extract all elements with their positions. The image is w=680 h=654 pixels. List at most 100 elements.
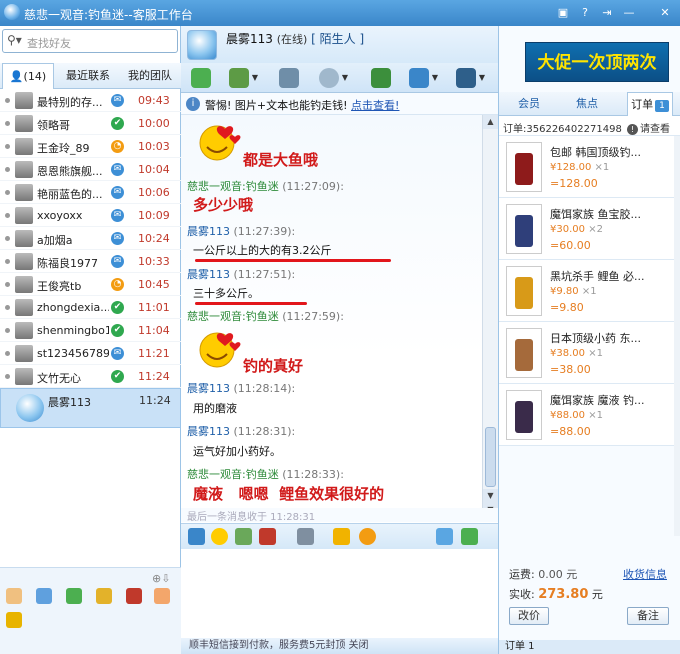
emoji-icon[interactable] bbox=[211, 528, 228, 545]
share-icon[interactable]: ▼ bbox=[409, 68, 438, 88]
help-button[interactable]: ? bbox=[576, 4, 594, 21]
transfer-icon[interactable]: ▼ bbox=[229, 68, 258, 88]
plugin-icon[interactable] bbox=[6, 612, 22, 628]
contact-row[interactable]: 艳丽蓝色的... ✉ 10:06 bbox=[0, 181, 181, 204]
order-count-badge: 1 bbox=[655, 100, 669, 112]
shipping-label: 运费: bbox=[509, 568, 535, 581]
contact-time: 11:04 bbox=[138, 324, 170, 337]
status-icon: ✉ bbox=[111, 232, 124, 245]
buyer-avatar[interactable] bbox=[187, 30, 217, 60]
message-input[interactable] bbox=[181, 549, 498, 641]
contact-name: zhongdexia... bbox=[37, 301, 109, 314]
online-dot bbox=[5, 190, 10, 195]
avatar bbox=[15, 368, 33, 385]
contact-row[interactable]: st1234567891✉ 11:21 bbox=[0, 342, 181, 365]
contact-row[interactable]: 文竹无心 ✔ 11:24 bbox=[0, 365, 181, 388]
product-name[interactable]: 包邮 韩国顶级钓... bbox=[550, 144, 675, 160]
contact-row[interactable]: a加烟a ✉ 10:24 bbox=[0, 227, 181, 250]
contact-time: 09:43 bbox=[138, 94, 170, 107]
contact-row[interactable]: zhongdexia... ✔ 11:01 bbox=[0, 296, 181, 319]
product-scrollbar[interactable] bbox=[674, 136, 680, 536]
search-input[interactable]: 查找好友 bbox=[27, 35, 71, 51]
skin-button[interactable]: ▣ bbox=[554, 4, 572, 21]
send-card-icon[interactable] bbox=[191, 68, 211, 88]
tab-team[interactable]: 我的团队 bbox=[120, 63, 180, 89]
paid-value: 273.80 bbox=[538, 587, 589, 602]
tab-order[interactable]: 订单 1 bbox=[627, 92, 673, 116]
shipping-info-link[interactable]: 收货信息 bbox=[623, 566, 667, 582]
notice-link[interactable]: 点击查看! bbox=[351, 99, 399, 112]
product-image[interactable] bbox=[506, 328, 542, 378]
history-icon[interactable] bbox=[436, 528, 453, 545]
more-tools-icon[interactable]: ▼ bbox=[456, 68, 485, 88]
image-icon[interactable] bbox=[235, 528, 252, 545]
contact-row[interactable]: 王俊亮tb ◔ 10:45 bbox=[0, 273, 181, 296]
product-name[interactable]: 日本顶级小药 东... bbox=[550, 330, 675, 346]
add-friend-icon[interactable] bbox=[371, 68, 391, 88]
close-button[interactable]: ✕ bbox=[656, 4, 674, 21]
note-button[interactable]: 备注 bbox=[627, 607, 669, 625]
contact-row[interactable]: xxoyoxx ✉ 10:09 bbox=[0, 204, 181, 227]
status-icon: ✉ bbox=[111, 255, 124, 268]
plugin-icon[interactable] bbox=[36, 588, 52, 604]
modify-price-button[interactable]: 改价 bbox=[509, 607, 549, 625]
contact-row[interactable]: 最特别的存... ✉ 09:43 bbox=[0, 89, 181, 112]
product-name[interactable]: 黑坑杀手 鲤鱼 必... bbox=[550, 268, 675, 284]
product-price: ¥38.00 bbox=[550, 348, 585, 359]
video-icon[interactable]: ▼ bbox=[319, 68, 348, 88]
tab-recent[interactable]: 最近联系 bbox=[58, 63, 118, 89]
minimize-button[interactable]: — bbox=[620, 4, 638, 21]
contact-row[interactable]: 恩恩熊旗舰... ✉ 10:04 bbox=[0, 158, 181, 181]
tab-contacts[interactable]: 👤(14) bbox=[2, 63, 54, 89]
contact-row[interactable]: shenmingbo11✔ 11:04 bbox=[0, 319, 181, 342]
contact-time: 10:33 bbox=[138, 255, 170, 268]
bell-icon[interactable] bbox=[333, 528, 350, 545]
plugin-icon[interactable] bbox=[66, 588, 82, 604]
message-text: 多少少哦 bbox=[193, 196, 254, 214]
font-icon[interactable] bbox=[188, 528, 205, 545]
product-image[interactable] bbox=[506, 204, 542, 254]
contact-row[interactable]: 领略哥 ✔ 10:00 bbox=[0, 112, 181, 135]
product-name[interactable]: 魔饵家族 魔液 钓... bbox=[550, 392, 675, 408]
tab-member[interactable]: 会员 bbox=[507, 92, 551, 116]
product-image[interactable] bbox=[506, 266, 542, 316]
screenshot-icon[interactable] bbox=[259, 528, 276, 545]
product-item[interactable]: 日本顶级小药 东... ¥38.00 ×1 =38.00 bbox=[499, 322, 680, 384]
product-total-line: =88.00 bbox=[550, 425, 591, 438]
send-file-icon[interactable] bbox=[461, 528, 478, 545]
quick-phrase-icon[interactable] bbox=[297, 528, 314, 545]
dock-button[interactable]: ⇥ bbox=[598, 4, 616, 21]
order-refresh[interactable]: ! 请查看 bbox=[627, 120, 670, 135]
add-icon[interactable]: ⊕⇩ bbox=[152, 572, 170, 585]
product-item[interactable]: 黑坑杀手 鲤鱼 必... ¥9.80 ×1 =9.80 bbox=[499, 260, 680, 322]
plugin-icon[interactable] bbox=[96, 588, 112, 604]
search-box[interactable]: ⚲▾ 查找好友 bbox=[2, 29, 178, 53]
right-tabs: 会员 焦点 订单 1 bbox=[499, 92, 680, 116]
product-name[interactable]: 魔饵家族 鱼宝胶... bbox=[550, 206, 675, 222]
product-item[interactable]: 魔饵家族 魔液 钓... ¥88.00 ×1 =88.00 bbox=[499, 384, 680, 446]
product-item[interactable]: 魔饵家族 鱼宝胶... ¥30.00 ×2 =60.00 bbox=[499, 198, 680, 260]
message-text: 一公斤以上的大的有3.2公斤 bbox=[193, 244, 332, 257]
scroll-up-arrow[interactable]: ▲ bbox=[483, 115, 498, 129]
contact-name: 艳丽蓝色的... bbox=[37, 188, 103, 201]
scroll-thumb[interactable] bbox=[485, 427, 496, 487]
message-scrollbar[interactable]: ▲ ▼ ▼ bbox=[482, 115, 498, 517]
product-image[interactable] bbox=[506, 142, 542, 192]
tab-focus[interactable]: 焦点 bbox=[565, 92, 609, 116]
promo-banner[interactable]: 大促一次顶两次 bbox=[525, 42, 669, 82]
plugin-icon[interactable] bbox=[126, 588, 142, 604]
voice-icon[interactable] bbox=[279, 68, 299, 88]
message-time: (11:27:09): bbox=[282, 180, 344, 193]
contact-row[interactable]: 陈福良1977 ✉ 10:33 bbox=[0, 250, 181, 273]
red-underline bbox=[195, 302, 307, 305]
relation-badge[interactable]: [ 陌生人 ] bbox=[311, 32, 364, 46]
plugin-icon[interactable] bbox=[154, 588, 170, 604]
contact-row[interactable]: 王金玲_89 ◔ 10:03 bbox=[0, 135, 181, 158]
scroll-down-arrow[interactable]: ▼ bbox=[483, 489, 498, 503]
message-sender: 慈悲一观音:钓鱼迷 bbox=[187, 310, 279, 323]
contact-row-selected[interactable]: 晨雾113 11:24 bbox=[0, 388, 181, 428]
product-image[interactable] bbox=[506, 390, 542, 440]
plugin-icon[interactable] bbox=[6, 588, 22, 604]
heart-icon[interactable] bbox=[359, 528, 376, 545]
product-item[interactable]: 包邮 韩国顶级钓... ¥128.00 ×1 =128.00 bbox=[499, 136, 680, 198]
